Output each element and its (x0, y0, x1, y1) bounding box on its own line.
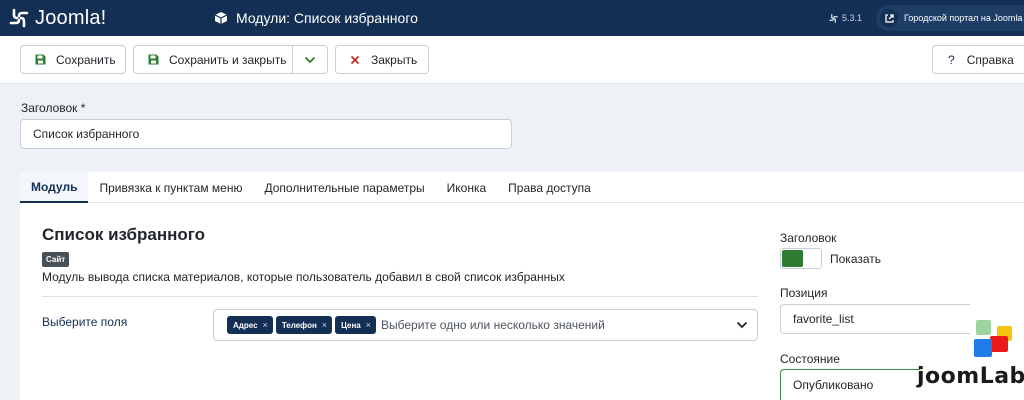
version-info: 5.3.1 (829, 13, 862, 23)
joomla-logo-icon (9, 8, 29, 28)
title-field-label: Заголовок * (21, 101, 86, 115)
show-heading-toggle[interactable] (780, 248, 822, 269)
multiselect-toggle[interactable] (726, 310, 757, 340)
save-and-close-button[interactable]: Сохранить и закрыть (133, 45, 293, 74)
header-right: 5.3.1 Городской портал на Joomla 5 (829, 0, 1024, 36)
help-label: Справка (966, 52, 1014, 67)
save-and-close-label: Сохранить и закрыть (169, 52, 287, 67)
site-badge: Сайт (42, 252, 70, 267)
brand-name: Joomla! (35, 6, 107, 29)
chevron-down-icon (736, 321, 747, 329)
cube-icon (214, 12, 228, 24)
chip-label: Телефон (281, 320, 317, 330)
save-icon (147, 54, 159, 66)
heading-label: Заголовок (780, 231, 837, 245)
version-number: 5.3.1 (841, 13, 862, 23)
chip-remove-icon[interactable]: × (366, 320, 371, 330)
toolbar: Сохранить Сохранить и закрыть Закрыть ? … (0, 36, 1024, 84)
module-description: Модуль вывода списка материалов, которые… (42, 270, 565, 284)
toggle-knob (782, 250, 803, 267)
state-label: Состояние (780, 352, 840, 366)
position-input[interactable]: favorite_list (780, 304, 970, 334)
multiselect-placeholder: Выберите одно или несколько значений (381, 318, 605, 332)
joomla-brand[interactable]: Joomla! (0, 0, 200, 36)
external-link-icon (880, 9, 898, 27)
joomlab-logo-text: joomLab (917, 364, 1024, 389)
chip-phone: Телефон × (275, 316, 333, 334)
show-heading-text: Показать (830, 252, 882, 266)
divider (42, 296, 758, 297)
tab-advanced[interactable]: Дополнительные параметры (253, 172, 435, 203)
state-select[interactable]: Опубликовано (780, 369, 920, 400)
tab-icon[interactable]: Иконка (436, 172, 498, 203)
save-button[interactable]: Сохранить (20, 45, 126, 74)
admin-header: Joomla! Модули: Список избранного 5.3.1 … (0, 0, 1024, 36)
tab-module[interactable]: Модуль (20, 172, 89, 203)
title-input[interactable]: Список избранного (20, 119, 512, 149)
page-title-text: Модули: Список избранного (236, 10, 418, 26)
question-icon: ? (948, 52, 955, 67)
joomla-small-icon (829, 13, 838, 23)
save-icon (34, 54, 46, 66)
position-label: Позиция (780, 286, 828, 300)
chip-remove-icon[interactable]: × (263, 320, 268, 330)
module-title: Список избранного (42, 225, 206, 244)
joomlab-logo-icon (974, 320, 1012, 357)
chip-label: Адрес (233, 320, 258, 330)
close-label: Закрыть (371, 52, 418, 67)
site-link[interactable]: Городской портал на Joomla 5 (876, 5, 1024, 31)
close-icon (349, 54, 361, 66)
chip-price: Цена × (335, 316, 376, 334)
save-options-dropdown-button[interactable] (292, 45, 328, 74)
close-button[interactable]: Закрыть (335, 45, 429, 74)
site-link-label: Городской портал на Joomla 5 (904, 13, 1024, 23)
chip-address: Адрес × (227, 316, 273, 334)
help-button[interactable]: ? Справка (932, 45, 1024, 74)
chevron-down-icon (304, 56, 316, 63)
chip-remove-icon[interactable]: × (322, 320, 327, 330)
tab-permissions[interactable]: Права доступа (497, 172, 602, 203)
save-label: Сохранить (56, 52, 116, 67)
page-title: Модули: Список избранного (214, 10, 418, 26)
chip-label: Цена (341, 320, 361, 330)
fields-select-label: Выберите поля (42, 315, 128, 329)
fields-multiselect[interactable]: Адрес × Телефон × Цена × Выберите одно и… (213, 309, 758, 341)
tab-bar: Модуль Привязка к пунктам меню Дополните… (20, 172, 1024, 203)
tab-menu-assignment[interactable]: Привязка к пунктам меню (88, 172, 253, 203)
